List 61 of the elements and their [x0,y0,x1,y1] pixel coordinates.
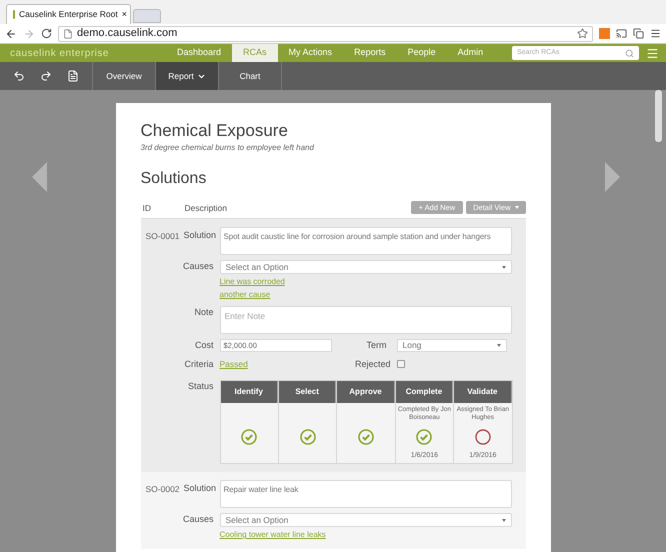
page-icon [63,28,73,38]
pages-icon[interactable] [633,28,644,39]
cause-link[interactable]: another cause [220,289,270,301]
logo: causelink enterprise [9,46,110,60]
field-label: Status [188,381,214,391]
view-tab[interactable]: Report [156,62,219,90]
field-label: Note [194,307,214,317]
status-header: Approve [337,381,395,403]
report-title: Chemical Exposure [140,121,289,141]
status-header: Select [278,381,336,403]
cause-link[interactable]: Line was corroded [220,276,285,288]
criteria-link[interactable]: Passed [220,358,332,371]
pdf-icon[interactable] [66,70,79,82]
status-header: Identify [220,381,278,403]
search-icon[interactable] [625,48,634,58]
address-bar[interactable]: demo.causelink.com [58,26,593,42]
field-label: Rejected [354,358,390,368]
field-label: Cost [194,340,214,350]
field-label: Solution [184,483,216,493]
caret-icon [514,206,518,209]
nav-link[interactable]: Reports [343,44,397,62]
star-icon[interactable] [577,28,588,39]
nav-link[interactable]: RCAs [232,44,278,62]
browser-tab[interactable]: Causelink Enterprise Root × [6,4,131,24]
column-header: ID [142,202,152,215]
causes-dropdown[interactable]: Select an Option [220,513,512,527]
field-label: Causes [182,514,214,524]
causes-dropdown[interactable]: Select an Option [220,260,512,274]
reload-icon[interactable] [41,28,52,39]
nav-link[interactable]: People [396,44,447,62]
column-header: Description [184,202,228,215]
status-header: Validate [454,381,512,403]
field-label: Solution [184,230,216,240]
solution-id: SO-0002 [146,484,180,494]
close-tab-icon[interactable]: × [122,8,128,22]
field-label: Causes [182,261,214,271]
scrollbar-thumb[interactable] [655,90,662,142]
nav-link[interactable]: Admin [446,44,494,62]
solution-field[interactable]: Repair water line leak [220,480,512,508]
field-label: Criteria [184,358,214,368]
nav-link[interactable]: My Actions [278,44,344,62]
note-field[interactable]: Enter Note [220,306,512,334]
caret-icon [502,518,506,522]
caret-icon [496,344,500,348]
report-subtitle: 3rd degree chemical burns to employee left hand [140,142,315,154]
solution-field[interactable]: Spot audit caustic line for corrosion around sample station and under hangers [220,227,512,255]
status-header: Complete [396,381,454,403]
section-title: Solutions [140,169,208,189]
cast-icon[interactable] [616,28,627,39]
undo-icon[interactable] [13,70,26,82]
cause-link[interactable]: Cooling tower water line leaks [220,529,326,541]
field-label: Term [366,340,386,350]
nav-link[interactable]: Dashboard [166,44,232,62]
view-tab[interactable]: Chart [219,62,282,90]
rejected-checkbox[interactable] [396,360,404,368]
term-dropdown[interactable]: Long [396,339,506,352]
solution-id: SO-0001 [146,231,180,241]
back-icon[interactable] [5,28,17,40]
menu-icon[interactable] [650,28,661,39]
redo-icon[interactable] [40,70,52,82]
caret-icon [502,266,506,268]
